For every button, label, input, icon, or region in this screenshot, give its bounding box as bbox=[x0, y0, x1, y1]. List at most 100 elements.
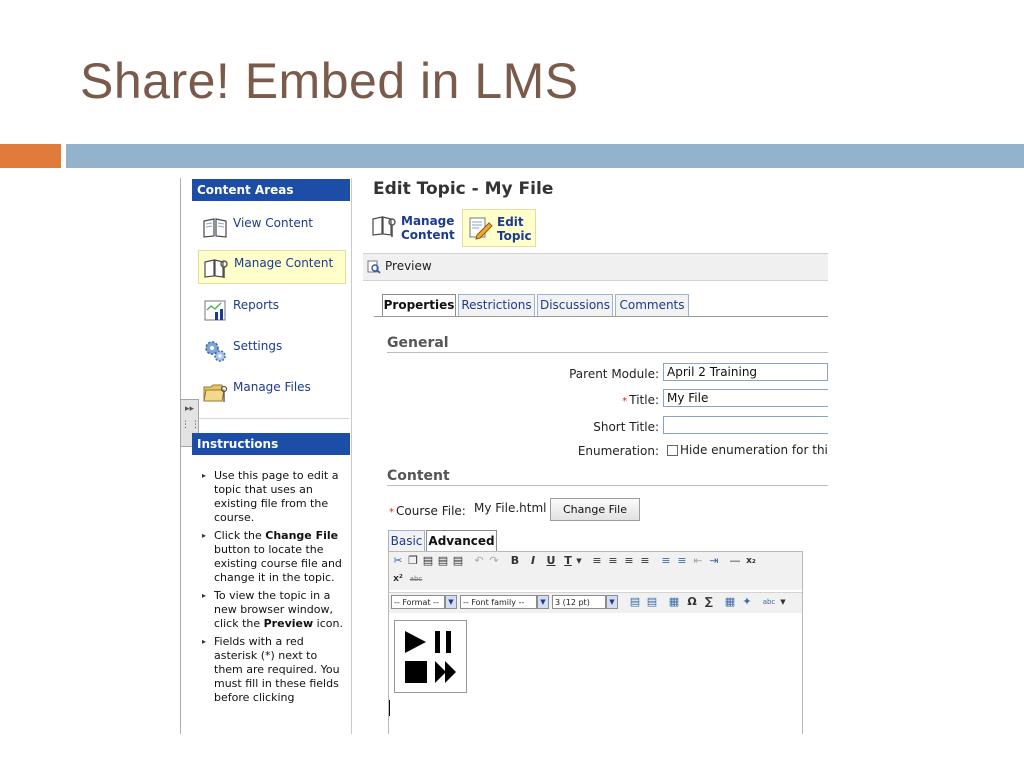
sidebar-edge bbox=[180, 178, 181, 734]
change-file-button[interactable]: Change File bbox=[550, 498, 640, 521]
tab-properties[interactable]: Properties bbox=[382, 294, 456, 317]
title-input[interactable]: My File bbox=[663, 389, 828, 407]
accent-bar-orange bbox=[0, 144, 61, 168]
grip-icon: ⋮⋮ bbox=[181, 420, 201, 430]
strikethrough-icon[interactable]: abc bbox=[408, 573, 424, 585]
required-asterisk: * bbox=[389, 507, 394, 518]
paste-text-icon[interactable]: ▤ bbox=[437, 555, 449, 567]
folder-icon bbox=[203, 384, 228, 402]
spellcheck-icon[interactable]: abc bbox=[761, 596, 777, 608]
sidebar: Content Areas View Content Manage Conten… bbox=[180, 178, 352, 734]
insert-table-icon[interactable]: ▦ bbox=[668, 596, 680, 608]
instructions-list: Use this page to edit a topic that uses … bbox=[200, 469, 345, 709]
tab-comments[interactable]: Comments bbox=[615, 294, 689, 316]
html-editor: ✂ ❐ ▤ ▤ ▤ ↶ ↷ B I U T ▼ ≡ ≡ ≡ ≡ ≡ ≡ ⇤ ⇥ bbox=[388, 551, 803, 734]
hide-enumeration-checkbox[interactable] bbox=[667, 445, 678, 456]
sigma-icon[interactable]: ∑ bbox=[703, 596, 715, 608]
chevron-down-icon[interactable]: ▼ bbox=[537, 595, 549, 609]
sidebar-item-settings[interactable]: Settings bbox=[198, 334, 342, 366]
chevron-down-icon[interactable]: ▼ bbox=[573, 555, 585, 567]
paste-word-icon[interactable]: ▤ bbox=[452, 555, 464, 567]
bullet-list-icon[interactable]: ≡ bbox=[660, 555, 672, 567]
omega-icon[interactable]: Ω bbox=[686, 596, 698, 608]
general-divider bbox=[387, 352, 828, 353]
tab-discussions[interactable]: Discussions bbox=[537, 294, 613, 316]
editor-tab-advanced[interactable]: Advanced bbox=[426, 530, 497, 551]
indent-icon[interactable]: ⇥ bbox=[708, 555, 720, 567]
sidebar-item-label: View Content bbox=[233, 216, 314, 230]
short-title-input[interactable] bbox=[663, 416, 828, 434]
tab-restrictions[interactable]: Restrictions bbox=[458, 294, 535, 316]
instruction-item: Use this page to edit a topic that uses … bbox=[200, 469, 345, 525]
align-left-icon[interactable]: ≡ bbox=[591, 555, 603, 567]
instruction-text: button to locate the existing course fil… bbox=[214, 543, 342, 584]
embedded-media-thumbnail[interactable] bbox=[394, 620, 467, 693]
sidebar-item-manage-content[interactable]: Manage Content bbox=[198, 250, 346, 284]
font-family-select[interactable]: -- Font family -- bbox=[460, 595, 537, 609]
bold-icon[interactable]: B bbox=[509, 555, 521, 567]
media-controls-icon bbox=[405, 631, 456, 683]
underline-icon[interactable]: U bbox=[545, 555, 557, 567]
edit-label-line1: Edit bbox=[497, 215, 524, 229]
main-panel: Edit Topic - My File Manage Content Edit bbox=[363, 178, 828, 734]
copy-icon[interactable]: ❐ bbox=[407, 555, 419, 567]
expand-arrows-icon: ▸▸ bbox=[184, 404, 195, 414]
manage-label-line1: Manage bbox=[401, 214, 455, 228]
instruction-text: Click the bbox=[214, 529, 266, 542]
insert-special-icon[interactable]: ▦ bbox=[724, 596, 736, 608]
preview-link[interactable]: Preview bbox=[385, 259, 432, 273]
outdent-icon[interactable]: ⇤ bbox=[692, 555, 704, 567]
edit-topic-button[interactable]: Edit Topic bbox=[462, 209, 536, 247]
enumeration-label: Enumeration: bbox=[577, 444, 659, 458]
subscript-icon[interactable]: x₂ bbox=[745, 555, 757, 567]
align-justify-icon[interactable]: ≡ bbox=[639, 555, 651, 567]
redo-icon[interactable]: ↷ bbox=[488, 555, 500, 567]
horizontal-rule-icon[interactable]: — bbox=[729, 555, 741, 567]
instruction-text: Fields with a red asterisk (*) next to t… bbox=[214, 635, 340, 704]
tabs-underline bbox=[374, 316, 828, 317]
instruction-text: Use this page to edit a topic that uses … bbox=[214, 469, 339, 524]
edit-label-line2: Topic bbox=[497, 229, 532, 243]
cut-icon[interactable]: ✂ bbox=[392, 555, 404, 567]
hide-enumeration-label: Hide enumeration for this topic bbox=[680, 443, 828, 457]
title-label: * Title: bbox=[622, 393, 659, 407]
instruction-bold: Preview bbox=[263, 617, 314, 630]
course-file-label: * Course File: bbox=[389, 504, 466, 518]
edit-topic-label: Edit Topic bbox=[497, 215, 532, 243]
manage-content-icon bbox=[204, 259, 228, 278]
cleanup-icon[interactable]: ✦ bbox=[741, 596, 753, 608]
sidebar-item-label: Settings bbox=[233, 339, 283, 353]
parent-module-label: Parent Module: bbox=[569, 367, 659, 381]
sidebar-item-reports[interactable]: Reports bbox=[198, 293, 342, 325]
chevron-down-icon[interactable]: ▼ bbox=[445, 595, 457, 609]
manage-content-button[interactable]: Manage Content bbox=[367, 209, 455, 245]
preview-icon[interactable] bbox=[367, 260, 381, 274]
sidebar-item-manage-files[interactable]: Manage Files bbox=[198, 375, 342, 407]
chevron-down-icon[interactable]: ▼ bbox=[777, 596, 789, 608]
align-center-icon[interactable]: ≡ bbox=[607, 555, 619, 567]
title-label-text: Title: bbox=[629, 393, 659, 407]
numbered-list-icon[interactable]: ≡ bbox=[676, 555, 688, 567]
undo-icon[interactable]: ↶ bbox=[473, 555, 485, 567]
italic-icon[interactable]: I bbox=[527, 555, 539, 567]
general-heading: General bbox=[387, 335, 449, 351]
insert-media-icon[interactable]: ▤ bbox=[646, 596, 658, 608]
editor-tab-basic[interactable]: Basic bbox=[388, 530, 425, 551]
text-caret bbox=[389, 700, 390, 716]
preview-bar: Preview bbox=[363, 253, 828, 281]
content-areas-header: Content Areas bbox=[192, 179, 350, 201]
insert-image-icon[interactable]: ▤ bbox=[629, 596, 641, 608]
slide-title: Share! Embed in LMS bbox=[80, 53, 579, 109]
instructions-header: Instructions bbox=[192, 433, 350, 455]
instruction-item: Click the Change File button to locate t… bbox=[200, 529, 345, 585]
paste-icon[interactable]: ▤ bbox=[422, 555, 434, 567]
sidebar-item-view-content[interactable]: View Content bbox=[198, 211, 342, 243]
parent-module-select[interactable]: April 2 Training bbox=[663, 363, 828, 381]
course-file-label-text: Course File: bbox=[396, 504, 466, 518]
manage-content-icon bbox=[372, 216, 396, 237]
format-select[interactable]: -- Format -- bbox=[391, 595, 445, 609]
align-right-icon[interactable]: ≡ bbox=[623, 555, 635, 567]
font-size-select[interactable]: 3 (12 pt) bbox=[552, 595, 606, 609]
chevron-down-icon[interactable]: ▼ bbox=[606, 595, 618, 609]
superscript-icon[interactable]: x² bbox=[392, 573, 404, 585]
